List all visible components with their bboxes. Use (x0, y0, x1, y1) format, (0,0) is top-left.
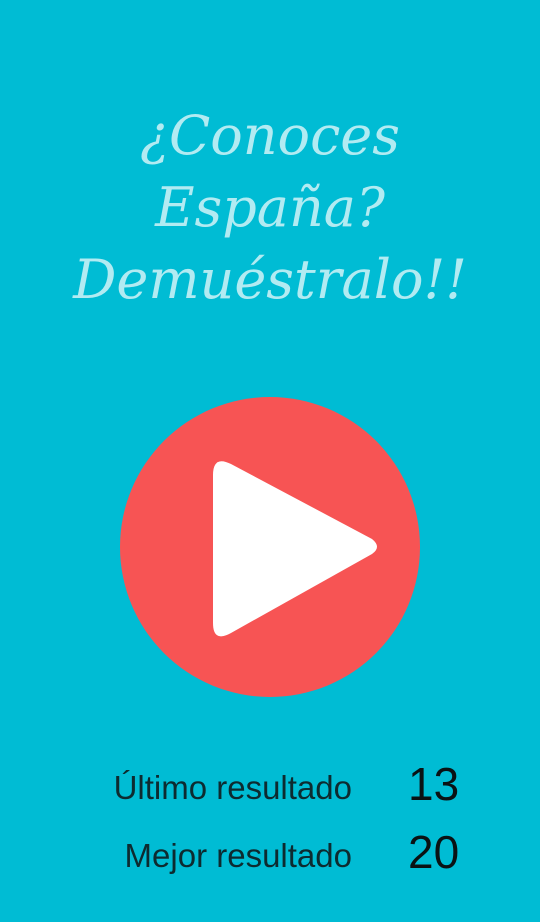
last-result-row: Último resultado 13 (0, 755, 540, 815)
app-title: ¿Conoces España? Demuéstralo!! (0, 100, 540, 316)
best-result-value: 20 (408, 826, 460, 878)
best-result-label: Mejor resultado (124, 837, 352, 874)
play-button[interactable] (120, 397, 420, 697)
title-line-2: España? (155, 176, 385, 239)
last-result-value: 13 (408, 758, 460, 810)
title-line-3: Demuéstralo!! (73, 248, 467, 311)
best-result-row: Mejor resultado 20 (0, 823, 540, 883)
play-icon (213, 461, 377, 637)
title-line-1: ¿Conoces (140, 104, 400, 167)
last-result-label: Último resultado (113, 769, 352, 806)
